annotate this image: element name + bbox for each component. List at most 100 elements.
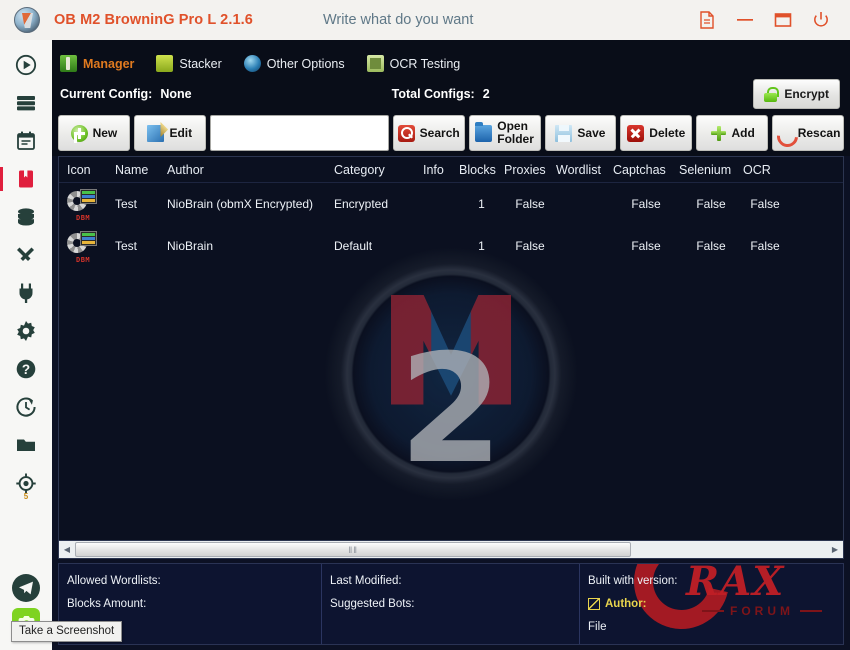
row-author: NioBrain (obmX Encrypted) [167, 197, 314, 211]
header-ocr[interactable]: OCR [743, 163, 787, 177]
globe-icon [243, 55, 261, 72]
tab-manager[interactable]: Manager [57, 55, 137, 78]
encrypt-button[interactable]: Encrypt [753, 79, 840, 109]
row-selenium: False [696, 239, 726, 253]
config-bar: Current Config: None Total Configs: 2 En… [52, 76, 850, 112]
tab-stacker-label: Stacker [179, 56, 222, 71]
save-icon [555, 124, 573, 142]
sidebar-item-settings[interactable] [9, 314, 43, 348]
sidebar-item-database[interactable] [9, 200, 43, 234]
sidebar-item-server[interactable] [9, 86, 43, 120]
header-author[interactable]: Author [167, 163, 334, 177]
configs-table: 2 Icon Name Author Category Info Blocks … [58, 156, 844, 559]
new-button[interactable]: New [58, 115, 130, 151]
tab-ocr-testing-label: OCR Testing [389, 56, 461, 71]
scroll-right-arrow[interactable]: ▶ [827, 542, 843, 558]
info-column-3: Built with version: Author: File [579, 564, 843, 644]
app-logo-icon [14, 7, 40, 33]
sidebar-item-target[interactable]: 5 [9, 466, 43, 501]
edit-icon [147, 124, 165, 142]
sidebar-item-folder[interactable] [9, 428, 43, 462]
sidebar-item-history[interactable] [9, 390, 43, 424]
open-folder-button[interactable]: Open Folder [468, 115, 541, 151]
row-captchas: False [631, 197, 661, 211]
header-wordlist[interactable]: Wordlist [556, 163, 613, 177]
main-area: Manager Stacker Other Options OCR Testin… [52, 40, 850, 650]
scroll-left-arrow[interactable]: ◀ [59, 542, 75, 558]
title-subtitle: Write what do you want [322, 12, 474, 28]
tab-manager-label: Manager [83, 56, 135, 71]
document-icon[interactable] [696, 9, 718, 31]
lock-icon [764, 86, 779, 102]
header-selenium[interactable]: Selenium [679, 163, 743, 177]
rescan-button[interactable]: Rescan [772, 115, 844, 151]
app-title: OB M2 BrowninG Pro L 2.1.6 [54, 12, 253, 28]
delete-button-label: Delete [649, 126, 686, 140]
tab-bar: Manager Stacker Other Options OCR Testin… [52, 40, 850, 78]
sidebar-item-help[interactable]: ? [9, 352, 43, 386]
ocr-icon [366, 55, 384, 72]
table-row[interactable]: DBM Test NioBrain Default 1 False False … [59, 225, 843, 267]
row-name: Test [115, 239, 138, 253]
scrollbar-track[interactable]: ‖‖ [75, 542, 827, 557]
add-button[interactable]: Add [696, 115, 769, 151]
scrollbar-thumb[interactable]: ‖‖ [75, 542, 632, 557]
row-ocr: False [750, 239, 780, 253]
search-button-label: Search [419, 126, 460, 140]
sidebar-item-plugin[interactable] [9, 276, 43, 310]
header-proxies[interactable]: Proxies [504, 163, 556, 177]
minimize-icon[interactable] [734, 9, 756, 31]
config-gear-icon: DBM [67, 189, 99, 222]
title-bar: OB M2 BrowninG Pro L 2.1.6 Write what do… [0, 0, 850, 40]
search-input[interactable] [209, 115, 389, 151]
info-author-row: Author: [588, 593, 843, 615]
maximize-icon[interactable] [772, 9, 794, 31]
row-icon-badge: DBM [76, 256, 91, 264]
sidebar-item-configs[interactable] [0, 162, 43, 196]
info-built-with-version: Built with version: [588, 575, 678, 588]
info-suggested-bots: Suggested Bots: [330, 597, 415, 610]
search-button[interactable]: Search [392, 115, 465, 151]
header-name[interactable]: Name [115, 163, 167, 177]
add-icon [710, 125, 727, 142]
telegram-icon[interactable] [12, 574, 40, 602]
row-category: Encrypted [334, 197, 389, 211]
info-blocks-amount: Blocks Amount: [67, 597, 147, 610]
header-category[interactable]: Category [334, 163, 423, 177]
row-name: Test [115, 197, 138, 211]
encrypt-button-label: Encrypt [784, 87, 829, 101]
edit-button[interactable]: Edit [133, 115, 206, 151]
save-button[interactable]: Save [544, 115, 617, 151]
header-info[interactable]: Info [423, 163, 459, 177]
search-icon [397, 124, 415, 142]
header-icon[interactable]: Icon [59, 163, 115, 177]
screenshot-tooltip: Take a Screenshot [11, 621, 123, 642]
tab-stacker[interactable]: Stacker [156, 55, 222, 76]
row-icon-badge: DBM [76, 214, 91, 222]
delete-button[interactable]: Delete [620, 115, 693, 151]
row-author: NioBrain [167, 239, 214, 253]
rescan-icon [776, 125, 793, 142]
tab-other-options[interactable]: Other Options [243, 55, 345, 76]
app-window: OB M2 BrowninG Pro L 2.1.6 Write what do… [0, 0, 850, 650]
table-row[interactable]: DBM Test NioBrain (obmX Encrypted) Encry… [59, 183, 843, 225]
horizontal-scrollbar[interactable]: ◀ ‖‖ ▶ [59, 540, 843, 558]
new-button-label: New [92, 126, 118, 140]
tab-ocr-testing[interactable]: OCR Testing [366, 55, 461, 76]
folder-icon [475, 121, 493, 142]
sidebar-item-tools[interactable] [9, 238, 43, 272]
header-blocks[interactable]: Blocks [459, 163, 504, 177]
delete-icon [627, 124, 645, 142]
header-captchas[interactable]: Captchas [613, 163, 679, 177]
row-selenium: False [696, 197, 726, 211]
row-proxies: False [515, 239, 545, 253]
sidebar-item-play[interactable] [9, 48, 43, 82]
info-column-2: Last Modified: Suggested Bots: [321, 564, 579, 644]
open-folder-line2: Folder [497, 132, 534, 146]
power-icon[interactable] [810, 9, 832, 31]
svg-text:?: ? [22, 362, 30, 377]
sidebar-item-calendar[interactable] [9, 124, 43, 158]
info-author-label: Author: [605, 597, 647, 610]
sidebar-target-badge: 5 [23, 492, 29, 501]
open-folder-button-label: Open Folder [497, 120, 534, 145]
